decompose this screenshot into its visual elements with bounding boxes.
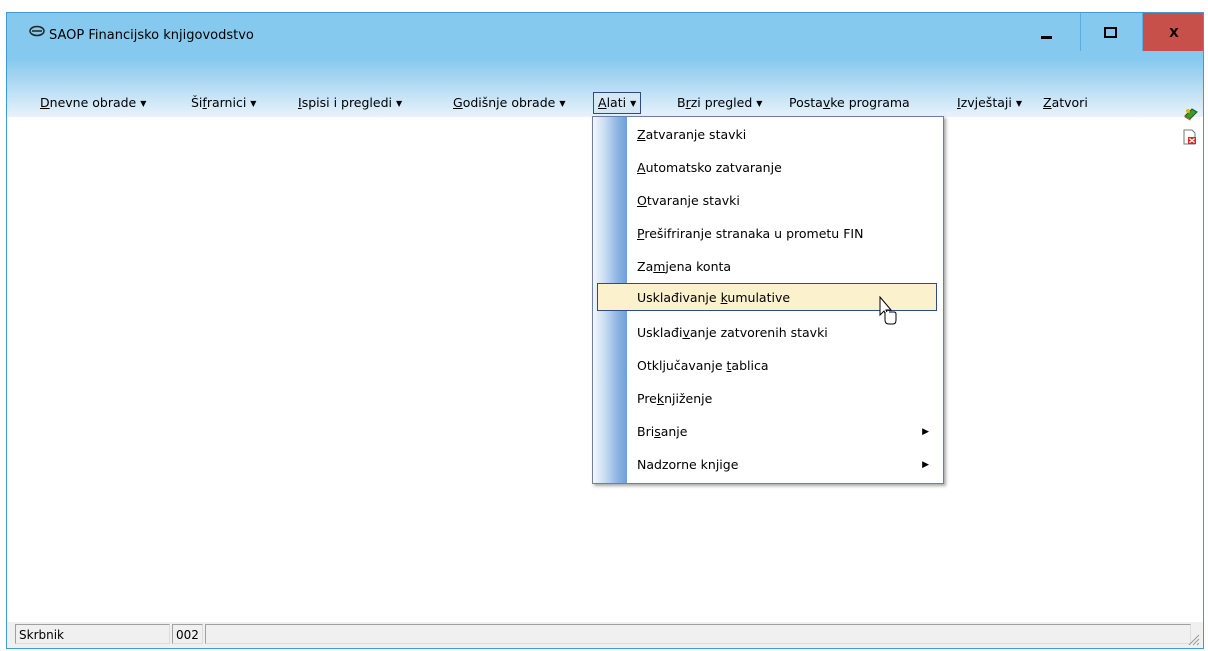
minimize-icon bbox=[1040, 35, 1052, 39]
menu-item-otkljucavanje-tablica[interactable]: Otključavanje tablica bbox=[597, 352, 937, 380]
menu-item-brisanje[interactable]: Brisanje ▶ bbox=[597, 418, 937, 446]
close-icon: X bbox=[1169, 24, 1179, 40]
menu-item-presifriranje-stranaka[interactable]: Prešifriranje stranaka u prometu FIN bbox=[597, 220, 937, 248]
submenu-arrow-icon: ▶ bbox=[922, 427, 929, 437]
menu-item-label: Brisanje bbox=[637, 424, 688, 439]
dropdown-arrow-icon: ▼ bbox=[630, 99, 637, 108]
menu-accelerator: A bbox=[598, 95, 607, 110]
saop-logo-icon bbox=[29, 25, 45, 41]
menu-item-label: Automatsko zatvaranje bbox=[637, 160, 782, 175]
dropdown-arrow-icon: ▼ bbox=[250, 99, 257, 108]
dropdown-arrow-icon: ▼ bbox=[756, 99, 763, 108]
minimize-button[interactable] bbox=[1017, 13, 1075, 51]
menu-postavke-programa[interactable]: Postavke programa bbox=[789, 93, 910, 113]
menu-label: Posta bbox=[789, 95, 823, 110]
menu-label: odišnje obrade bbox=[462, 95, 556, 110]
menu-label: nevne obrade bbox=[49, 95, 137, 110]
menu-zatvori[interactable]: Zatvori bbox=[1043, 93, 1088, 113]
menu-izvjestaji[interactable]: Izvještaji ▼ bbox=[957, 93, 1022, 113]
hand-pointer-cursor-icon bbox=[879, 295, 899, 326]
close-document-icon[interactable] bbox=[1183, 129, 1197, 145]
status-code: 002 bbox=[172, 624, 203, 644]
menu-brzi-pregled[interactable]: Brzi pregled ▼ bbox=[677, 93, 762, 113]
menu-accelerator: D bbox=[40, 95, 50, 110]
menu-item-label: Otključavanje tablica bbox=[637, 358, 769, 373]
menu-item-label: Nadzorne knjige bbox=[637, 457, 739, 472]
menu-godisnje-obrade[interactable]: Godišnje obrade ▼ bbox=[453, 93, 565, 113]
menu-bar: Dnevne obrade ▼ Šifrarnici ▼ Ispisi i preg… bbox=[7, 59, 1203, 145]
menu-item-zamjena-konta[interactable]: Zamjena konta bbox=[597, 253, 937, 281]
menu-label: spisi i pregledi bbox=[301, 95, 393, 110]
menu-sifrarnici[interactable]: Šifrarnici ▼ bbox=[191, 93, 256, 113]
menu-item-label: Prešifriranje stranaka u prometu FIN bbox=[637, 226, 864, 241]
books-icon[interactable] bbox=[1183, 107, 1199, 121]
menu-item-label: Usklađivanje zatvorenih stavki bbox=[637, 325, 828, 340]
menu-label: lati bbox=[606, 95, 627, 110]
menu-item-zatvaranje-stavki[interactable]: Zatvaranje stavki bbox=[597, 121, 937, 149]
menu-label: zvještaji bbox=[960, 95, 1012, 110]
menu-item-label: Preknjiženje bbox=[637, 391, 713, 406]
title-bar[interactable]: SAOP Financijsko knjigovodstvo X bbox=[7, 13, 1203, 59]
menu-label: B bbox=[677, 95, 686, 110]
menu-alati[interactable]: Alati ▼ bbox=[593, 92, 642, 114]
close-button[interactable]: X bbox=[1143, 13, 1203, 51]
menu-item-label: Otvaranje stavki bbox=[637, 193, 740, 208]
menu-dnevne-obrade[interactable]: Dnevne obrade ▼ bbox=[40, 93, 146, 113]
menu-item-otvaranje-stavki[interactable]: Otvaranje stavki bbox=[597, 187, 937, 215]
menu-item-label: Zatvaranje stavki bbox=[637, 127, 747, 142]
dropdown-arrow-icon: ▼ bbox=[140, 99, 147, 108]
resize-grip-icon[interactable] bbox=[1186, 632, 1200, 646]
status-message bbox=[205, 624, 1191, 644]
menu-item-label: Usklađivanje kumulative bbox=[637, 290, 791, 305]
menu-label: ke programa bbox=[830, 95, 910, 110]
dropdown-arrow-icon: ▼ bbox=[1015, 99, 1022, 108]
maximize-button[interactable] bbox=[1081, 13, 1139, 51]
status-user: Skrbnik bbox=[15, 624, 170, 644]
menu-ispisi-i-pregledi[interactable]: Ispisi i pregledi ▼ bbox=[298, 93, 402, 113]
menu-item-nadzorne-knjige[interactable]: Nadzorne knjige ▶ bbox=[597, 451, 937, 479]
menu-item-label: Zamjena konta bbox=[637, 259, 732, 274]
menu-label: Ši bbox=[191, 95, 203, 110]
window-title: SAOP Financijsko knjigovodstvo bbox=[49, 28, 254, 43]
menu-label: rarnici bbox=[206, 95, 247, 110]
menu-label: atvori bbox=[1051, 95, 1088, 110]
menu-label: zi pregled bbox=[690, 95, 753, 110]
submenu-arrow-icon: ▶ bbox=[922, 460, 929, 470]
status-bar: Skrbnik 002 bbox=[7, 622, 1203, 648]
menu-accelerator: G bbox=[453, 95, 463, 110]
menu-accelerator: Z bbox=[1043, 95, 1052, 110]
menu-item-preknjizenje[interactable]: Preknjiženje bbox=[597, 385, 937, 413]
dropdown-arrow-icon: ▼ bbox=[396, 99, 403, 108]
maximize-icon bbox=[1103, 26, 1117, 38]
menu-item-automatsko-zatvaranje[interactable]: Automatsko zatvaranje bbox=[597, 154, 937, 182]
dropdown-arrow-icon: ▼ bbox=[559, 99, 566, 108]
